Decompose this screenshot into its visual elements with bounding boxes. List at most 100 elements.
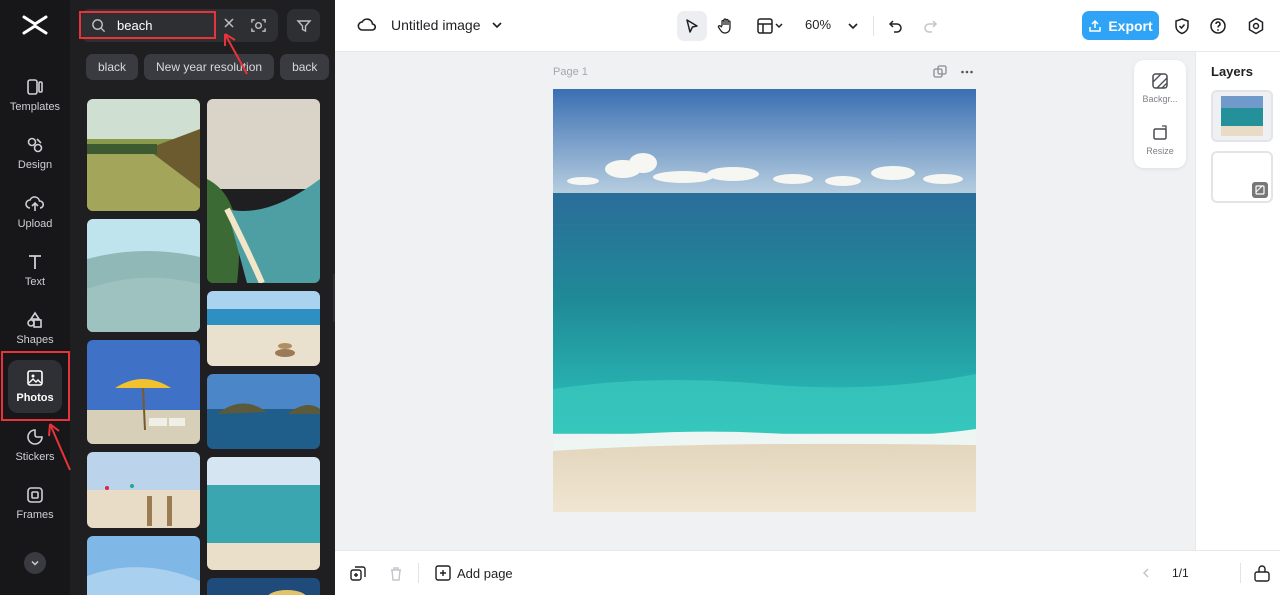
background-tool-label: Backgr... (1142, 94, 1178, 104)
photo-result[interactable] (207, 578, 320, 595)
top-toolbar: Untitled image 60% Export (335, 0, 1280, 52)
add-page-icon (435, 565, 451, 581)
background-tool[interactable]: Backgr... (1134, 72, 1186, 104)
photo-result[interactable] (87, 219, 200, 332)
canvas-side-tools: Backgr... Resize (1134, 60, 1186, 168)
app-window: Templates Design Upload Text Shapes Phot… (0, 0, 1280, 595)
tag-chip[interactable]: back (280, 54, 330, 80)
hand-tool-button[interactable] (711, 11, 741, 41)
rail-item-templates[interactable]: Templates (0, 66, 70, 124)
export-label: Export (1108, 17, 1153, 34)
toggle-panel-icon[interactable] (1253, 565, 1271, 583)
templates-icon (27, 79, 43, 95)
tag-chip[interactable]: black (86, 54, 139, 80)
hand-icon (717, 18, 731, 34)
resize-tool[interactable]: Resize (1134, 124, 1186, 156)
document-title[interactable]: Untitled image (391, 17, 481, 33)
more-tools-button[interactable] (24, 552, 46, 574)
add-page-label: Add page (457, 565, 513, 581)
export-icon (1089, 19, 1102, 32)
duplicate-page-icon[interactable] (933, 65, 947, 79)
photo-result[interactable] (207, 99, 320, 283)
image-search-button[interactable] (250, 17, 267, 34)
photo-result[interactable] (207, 291, 320, 366)
rail-item-label: Shapes (16, 334, 54, 346)
rail-item-frames[interactable]: Frames (0, 474, 70, 532)
left-nav-rail: Templates Design Upload Text Shapes Phot… (0, 0, 70, 595)
photo-result[interactable] (207, 457, 320, 570)
settings-button[interactable] (1241, 11, 1271, 41)
filter-button[interactable] (287, 9, 320, 42)
capcut-logo (22, 15, 48, 35)
design-icon (27, 137, 43, 153)
suggested-tags: black New year resolution back (86, 54, 335, 80)
rail-item-label: Templates (9, 101, 61, 113)
tag-chip[interactable]: New year resolution (144, 54, 275, 80)
rail-item-upload[interactable]: Upload (0, 183, 70, 241)
layout-icon (757, 18, 783, 34)
layout-menu-button[interactable] (752, 11, 788, 41)
photo-result[interactable] (87, 536, 200, 595)
duplicate-page-icon[interactable] (350, 566, 366, 582)
close-icon (224, 18, 234, 28)
canvas-artboard[interactable] (553, 89, 976, 512)
photo-result[interactable] (87, 99, 200, 211)
export-button[interactable]: Export (1082, 11, 1159, 40)
delete-page-icon[interactable] (388, 566, 404, 582)
resize-tool-label: Resize (1146, 146, 1174, 156)
beach-photo-canvas-image[interactable] (553, 89, 976, 512)
photo-result[interactable] (87, 452, 200, 528)
previous-page-icon[interactable] (1140, 567, 1152, 579)
rail-item-label: Stickers (15, 451, 55, 463)
photo-result[interactable] (87, 340, 200, 444)
page-label: Page 1 (553, 66, 588, 78)
annotation-highlight-photos (1, 351, 70, 421)
undo-icon (888, 20, 902, 33)
canvas-area: Page 1 Backgr... Resize (335, 52, 1195, 550)
rail-item-label: Text (24, 276, 46, 288)
filter-icon (295, 19, 312, 32)
chevron-down-icon[interactable] (491, 19, 503, 31)
rail-item-design[interactable]: Design (0, 124, 70, 182)
rail-item-text[interactable]: Text (0, 241, 70, 299)
layer-thumbnail-image[interactable] (1211, 90, 1273, 142)
layers-panel: Layers (1195, 52, 1280, 595)
help-icon (1210, 18, 1226, 34)
background-layer-icon (1252, 182, 1268, 198)
shield-icon (1175, 18, 1189, 35)
annotation-highlight-search (79, 11, 216, 39)
zoom-level[interactable]: 60% (805, 17, 831, 32)
resize-icon (1153, 125, 1167, 140)
select-tool-button[interactable] (677, 11, 707, 41)
cloud-sync-icon (357, 18, 377, 31)
divider (1240, 563, 1241, 583)
undo-button[interactable] (881, 11, 911, 41)
bottom-right-area (1195, 550, 1280, 595)
image-search-icon (251, 19, 266, 32)
stickers-icon (27, 429, 43, 445)
upload-icon (25, 196, 45, 211)
rail-item-label: Frames (16, 509, 54, 521)
layer-thumbnail-background[interactable] (1211, 151, 1273, 203)
shield-button[interactable] (1167, 11, 1197, 41)
layers-title: Layers (1211, 64, 1253, 79)
photo-result[interactable] (207, 374, 320, 449)
rail-item-label: Upload (17, 218, 53, 230)
chevron-down-icon (31, 560, 39, 566)
rail-item-label: Design (17, 159, 53, 171)
rail-item-shapes[interactable]: Shapes (0, 299, 70, 357)
add-page-button[interactable]: Add page (435, 565, 513, 581)
background-icon (1152, 73, 1168, 89)
clear-search-button[interactable] (222, 16, 236, 30)
chevron-down-icon[interactable] (847, 20, 859, 32)
search-actions (210, 9, 278, 42)
redo-button[interactable] (915, 11, 945, 41)
rail-item-stickers[interactable]: Stickers (0, 416, 70, 474)
more-options-icon[interactable] (960, 65, 974, 79)
divider (873, 16, 874, 36)
redo-icon (924, 20, 938, 33)
help-button[interactable] (1203, 11, 1233, 41)
divider (418, 563, 419, 583)
shapes-icon (27, 311, 42, 328)
bottom-toolbar: Add page 1/1 (335, 550, 1219, 595)
